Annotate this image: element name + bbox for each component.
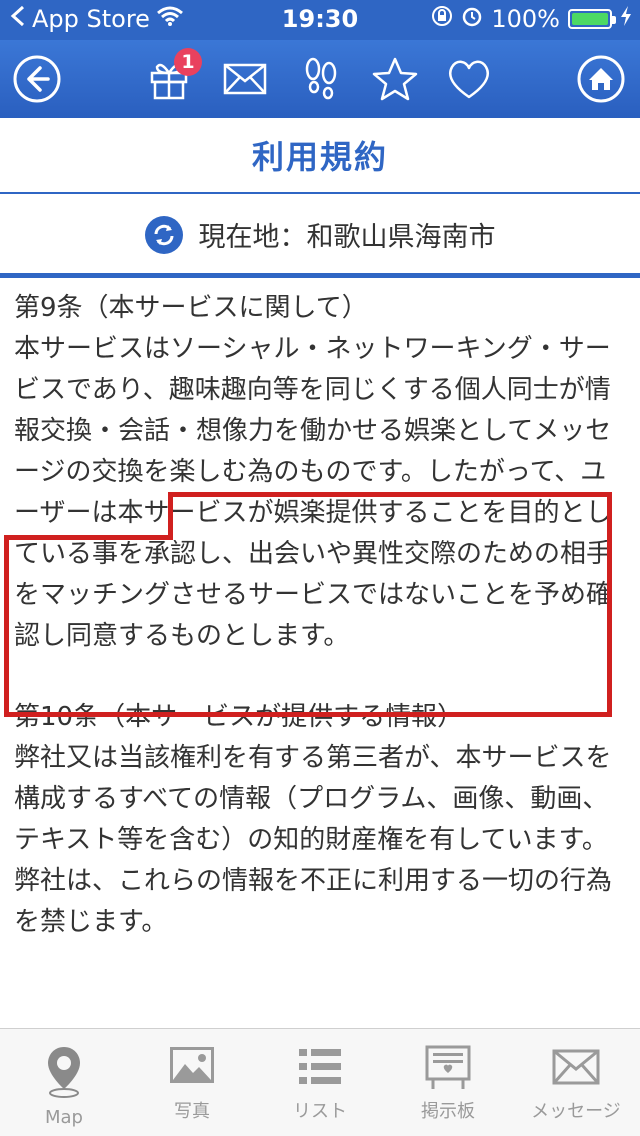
tab-list-label: リスト bbox=[293, 1101, 347, 1122]
tab-bar: Map 写真 リスト 掲示板 メッセージ bbox=[0, 1028, 640, 1136]
back-arrow-icon bbox=[13, 55, 61, 103]
tab-photo[interactable]: 写真 bbox=[128, 1029, 256, 1136]
footprints-icon bbox=[305, 57, 337, 100]
list-icon bbox=[299, 1049, 341, 1084]
highlight-box-notch-cover bbox=[173, 535, 607, 540]
refresh-location-icon[interactable] bbox=[144, 215, 183, 254]
article-9-body-part1: 本サービスはソーシャル・ネットワーキング・サービスであり、趣味趣向等を同じくする… bbox=[14, 334, 612, 487]
footprints-button[interactable] bbox=[294, 52, 348, 106]
mail-button[interactable] bbox=[218, 52, 272, 106]
battery-level bbox=[572, 13, 608, 25]
photo-icon bbox=[170, 1047, 214, 1083]
like-button[interactable] bbox=[442, 52, 496, 106]
article-10-body-1: 弊社又は当該権利を有する第三者が、本サービスを構成するすべての情報（プログラム、… bbox=[14, 743, 612, 855]
alarm-icon bbox=[461, 5, 483, 33]
back-button[interactable] bbox=[10, 52, 64, 106]
page-title-bar: 利用規約 bbox=[0, 118, 640, 194]
article-10-body-2: 弊社は、これらの情報を不正に利用する一切の行為を禁じます。 bbox=[14, 866, 613, 937]
message-icon bbox=[552, 1049, 600, 1085]
tab-photo-label: 写真 bbox=[174, 1101, 210, 1122]
star-icon bbox=[372, 57, 418, 101]
nav-bar: 1 bbox=[0, 40, 640, 118]
home-icon bbox=[577, 55, 625, 103]
tab-map[interactable]: Map bbox=[0, 1029, 128, 1136]
location-bar: 現在地：和歌山県海南市 bbox=[0, 196, 640, 278]
battery-icon bbox=[568, 9, 616, 29]
orientation-lock-icon bbox=[431, 5, 453, 33]
article-9-body: 本サービスはソーシャル・ネットワーキング・サービスであり、趣味趣向等を同じくする… bbox=[14, 329, 626, 657]
tab-map-label: Map bbox=[45, 1107, 83, 1128]
status-bar: App Store 19:30 100% bbox=[0, 0, 640, 40]
charging-icon bbox=[620, 5, 632, 33]
tab-list[interactable]: リスト bbox=[256, 1029, 384, 1136]
article-10-heading: 第10条（本サービスが提供する情報） bbox=[14, 702, 464, 732]
tab-bulletin-board-label: 掲示板 bbox=[421, 1101, 475, 1122]
heart-icon bbox=[449, 60, 489, 99]
terms-content[interactable]: 第9条（本サービスに関して） 本サービスはソーシャル・ネットワーキング・サービス… bbox=[0, 282, 640, 1027]
status-right: 100% bbox=[431, 5, 632, 33]
tab-message[interactable]: メッセージ bbox=[512, 1029, 640, 1136]
article-9-heading: 第9条（本サービスに関して） bbox=[14, 293, 368, 323]
battery-percent: 100% bbox=[491, 5, 560, 33]
gift-notification-badge: 1 bbox=[174, 48, 202, 76]
favorite-button[interactable] bbox=[368, 52, 422, 106]
tab-message-label: メッセージ bbox=[531, 1101, 621, 1122]
home-button[interactable] bbox=[574, 52, 628, 106]
mail-icon bbox=[223, 63, 267, 95]
gift-button[interactable]: 1 bbox=[142, 48, 202, 106]
map-pin-icon bbox=[48, 1047, 80, 1098]
page-title: 利用規約 bbox=[251, 138, 388, 176]
bulletin-board-icon bbox=[425, 1045, 471, 1089]
current-location: 現在地：和歌山県海南市 bbox=[198, 222, 496, 253]
tab-bulletin-board[interactable]: 掲示板 bbox=[384, 1029, 512, 1136]
